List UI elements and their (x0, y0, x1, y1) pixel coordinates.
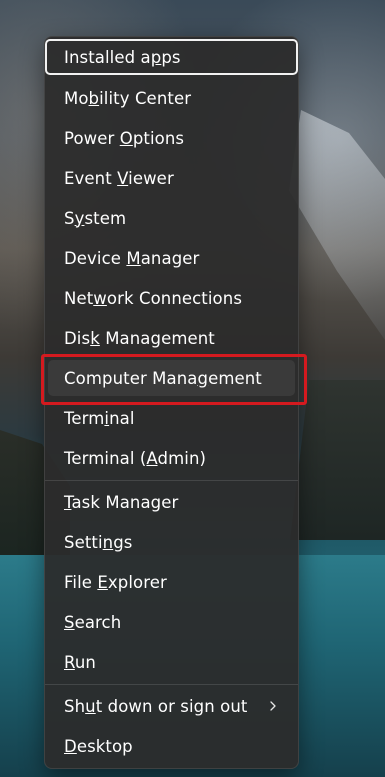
menu-item-label: Shut down or sign out (64, 696, 248, 716)
menu-item-label: Terminal (64, 408, 135, 428)
menu-item-search[interactable]: Search (48, 604, 295, 640)
menu-divider (45, 684, 298, 685)
menu-item-terminal-admin[interactable]: Terminal (Admin) (48, 440, 295, 476)
menu-item-power-options[interactable]: Power Options (48, 120, 295, 156)
menu-item-installed-apps[interactable]: Installed apps (45, 39, 298, 75)
menu-item-label: System (64, 208, 127, 228)
menu-item-terminal[interactable]: Terminal (48, 400, 295, 436)
menu-divider (45, 480, 298, 481)
menu-item-label: Disk Management (64, 328, 215, 348)
menu-item-label: Installed apps (64, 47, 181, 67)
wallpaper-trees-right (290, 380, 385, 540)
chevron-right-icon (270, 701, 276, 711)
menu-item-desktop[interactable]: Desktop (48, 728, 295, 764)
menu-item-label: Event Viewer (64, 168, 174, 188)
menu-item-label: Computer Management (64, 368, 262, 388)
menu-item-task-manager[interactable]: Task Manager (48, 484, 295, 520)
menu-item-file-explorer[interactable]: File Explorer (48, 564, 295, 600)
menu-item-network-connections[interactable]: Network Connections (48, 280, 295, 316)
menu-item-system[interactable]: System (48, 200, 295, 236)
menu-item-label: Task Manager (64, 492, 179, 512)
quick-link-menu: Installed apps Mobility Center Power Opt… (44, 36, 299, 769)
menu-item-label: Search (64, 612, 122, 632)
menu-item-label: Network Connections (64, 288, 243, 308)
menu-item-disk-management[interactable]: Disk Management (48, 320, 295, 356)
menu-item-label: File Explorer (64, 572, 167, 592)
menu-item-label: Settings (64, 532, 133, 552)
menu-item-computer-management[interactable]: Computer Management (48, 360, 295, 396)
menu-item-label: Terminal (Admin) (64, 448, 207, 468)
menu-item-label: Mobility Center (64, 88, 192, 108)
menu-item-run[interactable]: Run (48, 644, 295, 680)
menu-item-device-manager[interactable]: Device Manager (48, 240, 295, 276)
menu-item-label: Power Options (64, 128, 185, 148)
menu-item-label: Run (64, 652, 96, 672)
menu-item-mobility-center[interactable]: Mobility Center (48, 80, 295, 116)
menu-item-event-viewer[interactable]: Event Viewer (48, 160, 295, 196)
menu-item-shut-down-or-sign-out[interactable]: Shut down or sign out (48, 688, 295, 724)
menu-item-label: Desktop (64, 736, 133, 756)
menu-item-label: Device Manager (64, 248, 200, 268)
menu-item-settings[interactable]: Settings (48, 524, 295, 560)
